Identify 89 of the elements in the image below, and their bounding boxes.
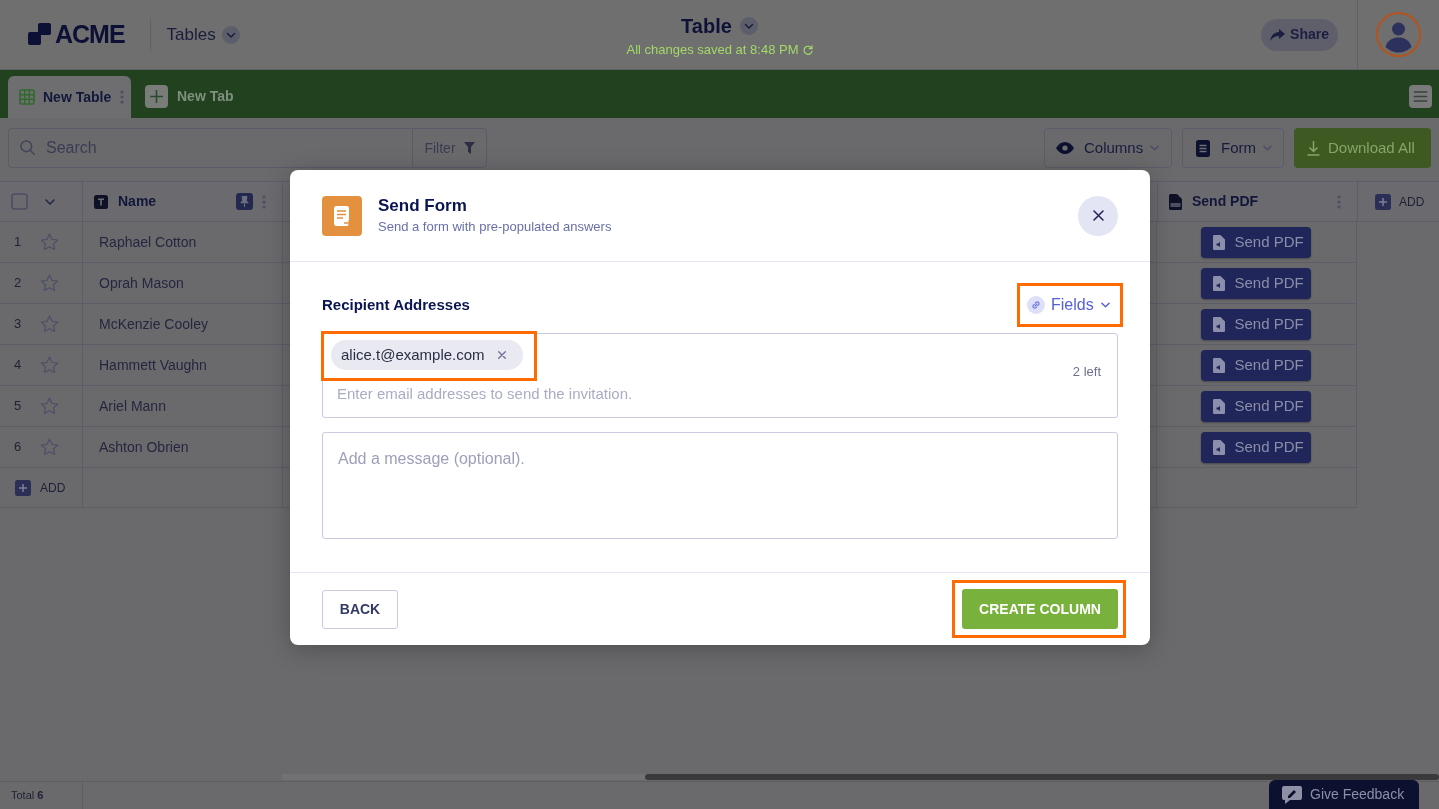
table-cell-text: Hammett Vaughn: [99, 355, 207, 375]
new-tab-button[interactable]: New Tab: [145, 84, 234, 108]
file-icon: [1212, 234, 1225, 250]
star-icon[interactable]: [40, 356, 59, 374]
funnel-icon: [463, 142, 475, 154]
file-icon: [1212, 316, 1225, 332]
star-icon[interactable]: [40, 397, 59, 415]
pdf-file-icon: [1169, 193, 1182, 210]
column-header[interactable]: Send PDF: [1192, 191, 1259, 212]
send-pdf-button[interactable]: Send PDF: [1200, 390, 1311, 422]
row-number: 6: [14, 438, 23, 457]
email-input[interactable]: Enter email addresses to send the invitation.: [337, 384, 1073, 404]
remove-icon[interactable]: [497, 351, 506, 359]
workspace-dropdown[interactable]: Tables: [166, 21, 240, 48]
kebab-menu-icon[interactable]: [120, 90, 124, 104]
dialog-title: Send Form: [378, 195, 468, 217]
star-icon[interactable]: [40, 315, 59, 333]
checkbox[interactable]: [11, 193, 28, 210]
dialog-subtitle: Send a form with pre-populated answers: [378, 218, 612, 236]
plus-icon: [1375, 193, 1391, 210]
file-icon: [1212, 439, 1225, 455]
chevron-down-icon: [1100, 302, 1110, 308]
send-pdf-button[interactable]: Send PDF: [1200, 226, 1311, 258]
message-field[interactable]: Add a message (optional).: [322, 432, 1118, 539]
row-count-text: Total 6: [11, 788, 44, 804]
send-pdf-button[interactable]: Send PDF: [1200, 308, 1311, 340]
plus-icon: [145, 84, 168, 108]
avatar-icon[interactable]: [1376, 12, 1421, 57]
document-icon: [1196, 139, 1210, 157]
download-icon: [1307, 140, 1320, 156]
star-icon[interactable]: [40, 274, 59, 292]
share-button[interactable]: Share: [1261, 18, 1338, 51]
scrollbar-thumb[interactable]: [645, 774, 1439, 780]
row-number: 2: [14, 274, 23, 293]
eye-icon: [1056, 142, 1074, 154]
give-feedback-button[interactable]: Give Feedback: [1269, 780, 1419, 809]
fields-dropdown[interactable]: Fields: [1027, 293, 1110, 317]
link-icon: [1027, 296, 1045, 314]
chevron-down-icon: [221, 25, 240, 44]
chevron-down-icon: [1150, 145, 1159, 151]
row-number: 1: [14, 233, 23, 252]
chevron-down-icon: [1263, 145, 1272, 151]
send-pdf-button[interactable]: Send PDF: [1200, 267, 1311, 299]
save-status-text: All changes saved at 8:48 PM: [626, 41, 799, 59]
close-button[interactable]: [1078, 195, 1118, 236]
download-all-button[interactable]: Download All: [1294, 128, 1431, 168]
table-cell-text: Ariel Mann: [99, 396, 166, 416]
chevron-down-icon: [739, 17, 758, 35]
back-button[interactable]: BACK: [322, 589, 398, 629]
table-tab[interactable]: New Table: [8, 76, 131, 118]
search-icon: [20, 140, 35, 155]
chevron-down-icon: [45, 198, 55, 205]
table-cell-text: McKenzie Cooley: [99, 314, 208, 334]
row-number: 3: [14, 315, 23, 334]
squares-logo-icon: [28, 23, 52, 46]
email-address: alice.t@example.com: [341, 344, 485, 365]
form-document-icon: [322, 195, 362, 236]
table-cell-text: Oprah Mason: [99, 273, 184, 293]
create-column-button[interactable]: CREATE COLUMN: [962, 589, 1118, 629]
table-cell-text: Raphael Cotton: [99, 232, 197, 252]
star-icon[interactable]: [40, 438, 59, 456]
form-button[interactable]: Form: [1182, 128, 1284, 168]
send-pdf-button[interactable]: Send PDF: [1200, 431, 1311, 463]
star-icon[interactable]: [40, 233, 59, 251]
row-number: 5: [14, 397, 23, 416]
pin-icon[interactable]: [236, 193, 253, 210]
share-arrow-icon: [1270, 28, 1286, 41]
section-label: Recipient Addresses: [322, 294, 470, 315]
column-header[interactable]: Name: [118, 191, 157, 212]
grid-icon: [19, 89, 35, 105]
menu-icon[interactable]: [1409, 84, 1432, 108]
text-type-icon: [94, 194, 108, 209]
close-icon: [1092, 210, 1104, 221]
logo-text: ACME: [55, 22, 125, 47]
table-cell-text: Ashton Obrien: [99, 437, 189, 457]
row-number: 4: [14, 356, 23, 375]
plus-icon: [15, 479, 31, 496]
file-icon: [1212, 275, 1225, 291]
refresh-icon[interactable]: [802, 44, 813, 55]
columns-button[interactable]: Columns: [1044, 128, 1172, 168]
remaining-count: 2 left: [1072, 362, 1102, 381]
chat-bubble-icon: [1282, 785, 1302, 804]
file-icon: [1212, 398, 1225, 414]
add-row-button[interactable]: ADD: [40, 478, 66, 497]
send-pdf-button[interactable]: Send PDF: [1200, 349, 1311, 381]
add-column-button[interactable]: ADD: [1399, 192, 1425, 211]
file-icon: [1212, 357, 1225, 373]
table-title-dropdown[interactable]: Table: [681, 13, 758, 39]
recipient-field[interactable]: alice.t@example.com Enter email addresses to send the invitation. 2 left: [322, 333, 1118, 418]
